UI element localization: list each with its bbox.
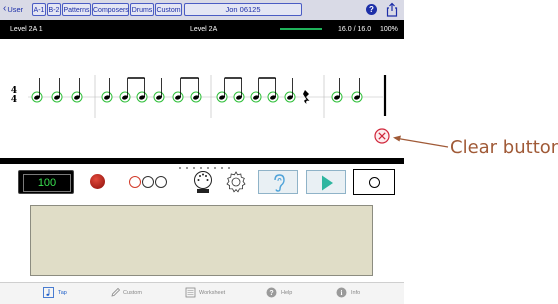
note — [331, 78, 343, 103]
measure-2 — [101, 77, 202, 103]
percent-readout: 100% — [380, 26, 398, 33]
chevron-left-icon: ‹ — [3, 3, 7, 14]
note — [250, 78, 262, 103]
note — [351, 78, 363, 103]
tab-help[interactable]: ? Help — [266, 283, 306, 304]
midi-icon[interactable] — [193, 170, 213, 194]
nav-button-drums[interactable]: Drums — [130, 3, 154, 16]
measure-4 — [331, 78, 363, 103]
record-button[interactable] — [90, 174, 105, 189]
tab-label: Tap — [58, 290, 67, 296]
help-icon[interactable]: ? — [366, 4, 377, 15]
count-in-circle-icon — [142, 176, 154, 188]
circle-icon — [369, 177, 380, 188]
help-icon: ? — [266, 287, 277, 298]
level-progress-bar — [280, 28, 322, 30]
note — [284, 78, 296, 103]
tempo-display[interactable]: 100 — [18, 170, 74, 194]
note — [216, 78, 228, 103]
tab-label: Custom — [123, 290, 142, 296]
score-readout: 16.0 / 16.0 — [338, 26, 372, 33]
note — [101, 78, 113, 103]
nav-button-b2[interactable]: B-2 — [47, 3, 61, 16]
tab-label: Info — [351, 290, 361, 296]
measure-3 — [216, 77, 310, 104]
tab-label: Worksheet — [199, 290, 226, 296]
play-button[interactable] — [306, 170, 346, 194]
back-button[interactable]: ‹User — [3, 3, 23, 16]
app-window: ‹User A-1 B-2 Patterns Composers Drums C… — [0, 0, 404, 304]
info-icon: i — [336, 287, 347, 298]
exercise-title-field[interactable]: Jon 06125 — [184, 3, 302, 16]
tempo-value: 100 — [23, 174, 71, 192]
note — [51, 78, 63, 103]
nav-button-patterns[interactable]: Patterns — [62, 3, 91, 16]
play-icon — [322, 175, 333, 191]
measure-1 — [31, 78, 83, 103]
note — [267, 78, 279, 103]
pencil-icon — [111, 287, 121, 297]
count-in-circle-icon — [129, 176, 141, 188]
page-indicator[interactable] — [0, 158, 404, 170]
rhythm-notation-area[interactable]: 4 4 — [0, 40, 404, 158]
svg-text:?: ? — [269, 290, 273, 297]
note — [119, 78, 131, 103]
level-status-bar: Level 2A 1 Level 2A 16.0 / 16.0 100% — [0, 20, 404, 39]
note — [233, 78, 245, 103]
nav-button-composers[interactable]: Composers — [92, 3, 129, 16]
tab-tap[interactable]: Tap — [40, 283, 80, 304]
worksheet-icon — [185, 287, 196, 298]
note — [153, 78, 165, 103]
tab-custom[interactable]: Custom — [107, 283, 157, 304]
back-label: User — [7, 5, 24, 14]
annotation-label: Clear button — [450, 137, 558, 158]
share-icon[interactable] — [385, 2, 399, 17]
bottom-tab-bar: Tap Custom Worksheet ? Help i Info — [0, 282, 404, 304]
listen-button[interactable] — [258, 170, 298, 194]
nav-button-a1[interactable]: A-1 — [32, 3, 46, 16]
count-in-circle-icon — [155, 176, 167, 188]
rhythm-staff: 4 4 — [11, 75, 387, 118]
time-signature-bottom: 4 — [11, 95, 17, 105]
note — [136, 78, 148, 103]
annotation-arrow — [393, 135, 449, 148]
note — [172, 78, 184, 103]
tab-worksheet[interactable]: Worksheet — [182, 283, 232, 304]
count-in-selector[interactable] — [128, 175, 168, 189]
feedback-panel — [30, 205, 373, 276]
top-nav-bar: ‹User A-1 B-2 Patterns Composers Drums C… — [0, 0, 404, 21]
note — [71, 78, 83, 103]
stop-button[interactable] — [353, 169, 395, 195]
nav-button-custom[interactable]: Custom — [155, 3, 182, 16]
clear-button[interactable] — [374, 128, 390, 144]
level-label: Level 2A 1 — [10, 26, 43, 33]
music-note-icon — [43, 287, 54, 298]
settings-gear-icon[interactable] — [224, 170, 248, 194]
tab-info[interactable]: i Info — [336, 283, 376, 304]
tab-label: Help — [281, 290, 293, 296]
ear-icon — [274, 174, 285, 192]
svg-text:i: i — [341, 289, 343, 297]
level-title: Level 2A — [190, 26, 218, 33]
note — [190, 78, 202, 103]
note — [31, 78, 43, 103]
